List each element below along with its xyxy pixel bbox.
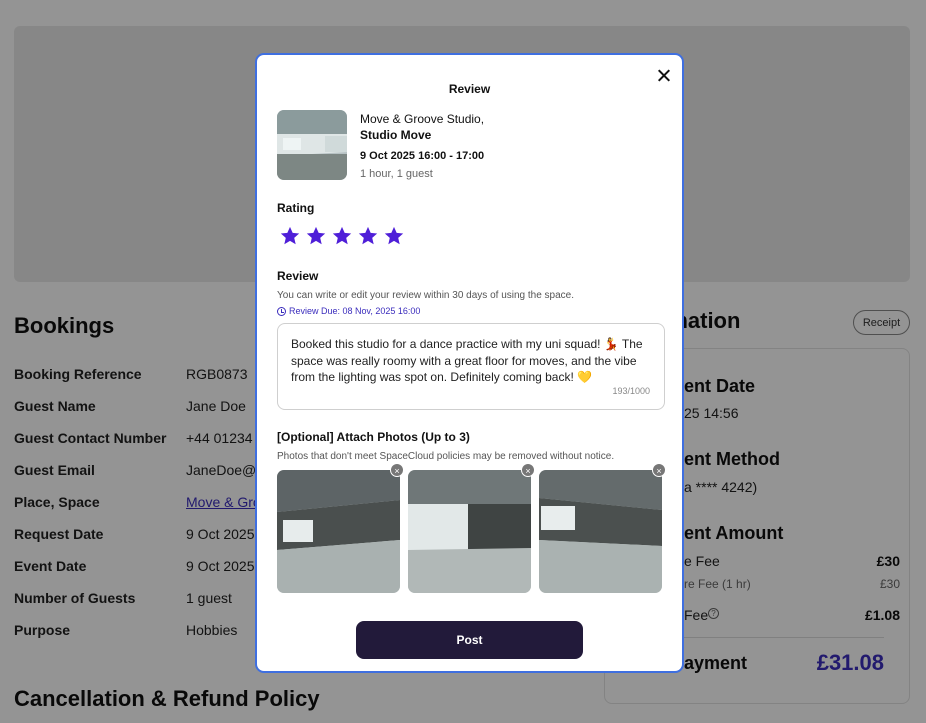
clock-icon [277,306,286,316]
attached-photo[interactable] [539,470,662,593]
review-due-text: Review Due: 08 Nov, 2025 16:00 [289,306,421,316]
star-icon[interactable] [357,225,379,247]
post-button[interactable]: Post [356,621,583,659]
star-icon[interactable] [331,225,353,247]
review-due: Review Due: 08 Nov, 2025 16:00 [277,306,420,316]
booking-datetime: 9 Oct 2025 16:00 - 17:00 [360,150,485,162]
modal-title: Review [448,82,491,96]
review-modal: Review Move & Groove Studio, Studio Move… [255,53,684,673]
booking-duration: 1 hour, 1 guest [360,168,433,180]
attach-photos-label: [Optional] Attach Photos (Up to 3) [277,430,470,444]
photo-gallery [277,470,662,593]
star-icon[interactable] [305,225,327,247]
review-textarea[interactable]: Booked this studio for a dance practice … [277,323,665,410]
photos-hint: Photos that don't meet SpaceCloud polici… [277,451,615,462]
rating-label: Rating [277,201,315,215]
review-text: Booked this studio for a dance practice … [291,337,643,384]
review-label: Review [277,269,319,283]
review-hint: You can write or edit your review within… [277,290,575,301]
character-counter: 193/1000 [612,385,650,396]
attached-photo[interactable] [408,470,531,593]
space-thumbnail [277,110,347,180]
remove-photo-icon[interactable]: × [652,463,666,477]
star-icon[interactable] [279,225,301,247]
remove-photo-icon[interactable]: × [521,463,535,477]
star-icon[interactable] [383,225,405,247]
space-name: Studio Move [360,128,432,142]
star-rating [279,225,405,247]
remove-photo-icon[interactable]: × [390,463,404,477]
close-icon[interactable] [655,67,673,85]
venue-name: Move & Groove Studio, [360,112,485,126]
attached-photo[interactable] [277,470,400,593]
